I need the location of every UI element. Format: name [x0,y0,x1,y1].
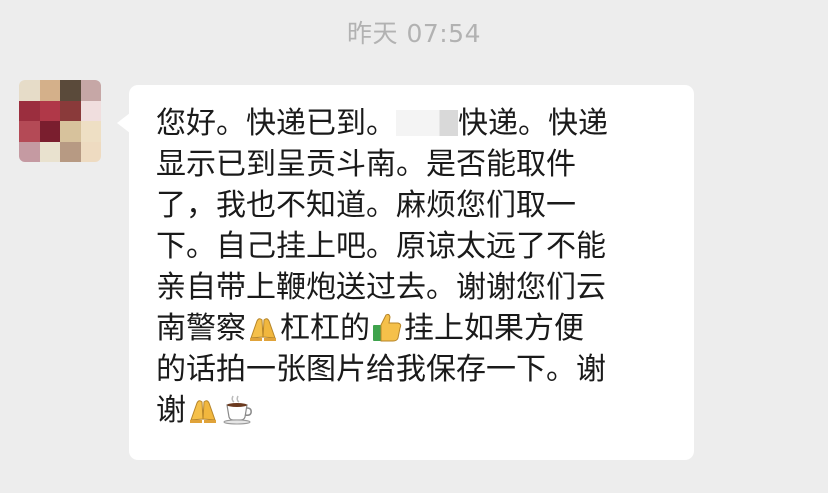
avatar-pixel [80,141,101,162]
avatar-pixel [19,100,40,121]
folded-hands-icon [247,311,279,343]
message-text: 谢 [156,393,186,428]
message-line: 显示已到呈贡斗南。是否能取件 [156,147,576,182]
message-line: 亲自带上鞭炮送过去。谢谢您们云 [156,270,606,305]
redacted-text [396,110,458,136]
avatar-pixel [19,80,40,101]
avatar-pixel [39,121,60,142]
message-line: 南警察 杠杠的 挂上如果方便 [156,309,584,349]
message-text: 杠杠的 [280,311,370,346]
message-text: 挂上如果方便 [404,311,584,346]
message-text: 您好。快递已到。 [156,106,396,141]
message-bubble[interactable]: 您好。快递已到。 快递。快递 显示已到呈贡斗南。是否能取件 了，我也不知道。麻烦您… [129,85,694,460]
timestamp: 昨天 07:54 [347,19,481,48]
message-line: 下。自己挂上吧。原谅太远了不能 [156,229,606,264]
avatar-pixel [19,141,40,162]
thumbs-up-icon [371,311,403,343]
avatar-pixel [60,100,81,121]
avatar-pixel [80,80,101,101]
message-line: 您好。快递已到。 快递。快递 [156,104,608,144]
message-line: 了，我也不知道。麻烦您们取一 [156,188,576,223]
avatar-pixel [39,80,60,101]
message-text: 南警察 [156,311,246,346]
folded-hands-icon [187,393,219,425]
avatar-pixel [39,100,60,121]
avatar-pixel [80,100,101,121]
message-line: 谢 [156,391,254,431]
avatar-pixel [60,80,81,101]
avatar-pixel [80,121,101,142]
message-text: 快递。快递 [458,106,608,141]
avatar-pixel [60,121,81,142]
message-line: 的话拍一张图片给我保存一下。谢 [156,352,606,387]
avatar-pixel [39,141,60,162]
avatar-pixel [19,121,40,142]
avatar[interactable] [19,80,101,162]
avatar-pixel [60,141,81,162]
coffee-icon [221,393,253,425]
